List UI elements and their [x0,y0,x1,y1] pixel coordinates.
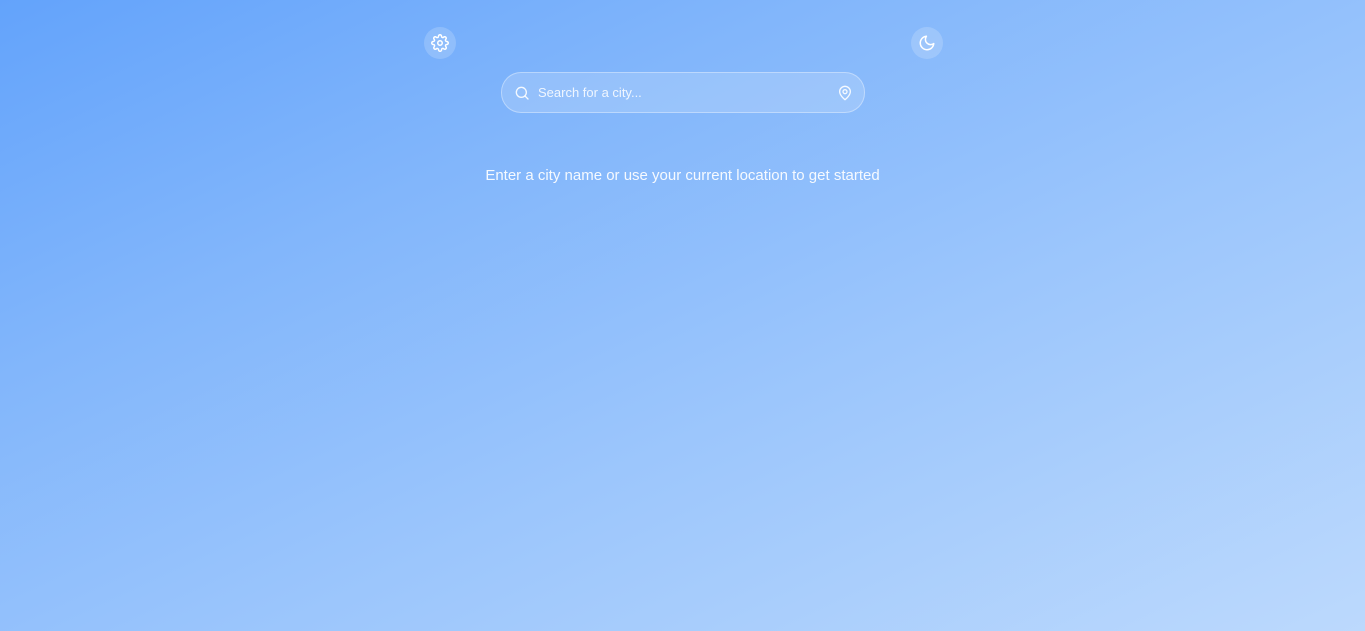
search-input[interactable] [536,72,837,113]
theme-toggle-button[interactable] [911,27,943,59]
search-bar [501,72,865,113]
search-icon [514,85,530,101]
location-pin-icon[interactable] [837,85,853,101]
gear-icon [431,34,449,52]
empty-state-message: Enter a city name or use your current lo… [485,167,880,184]
moon-icon [918,34,936,52]
settings-button[interactable] [424,27,456,59]
